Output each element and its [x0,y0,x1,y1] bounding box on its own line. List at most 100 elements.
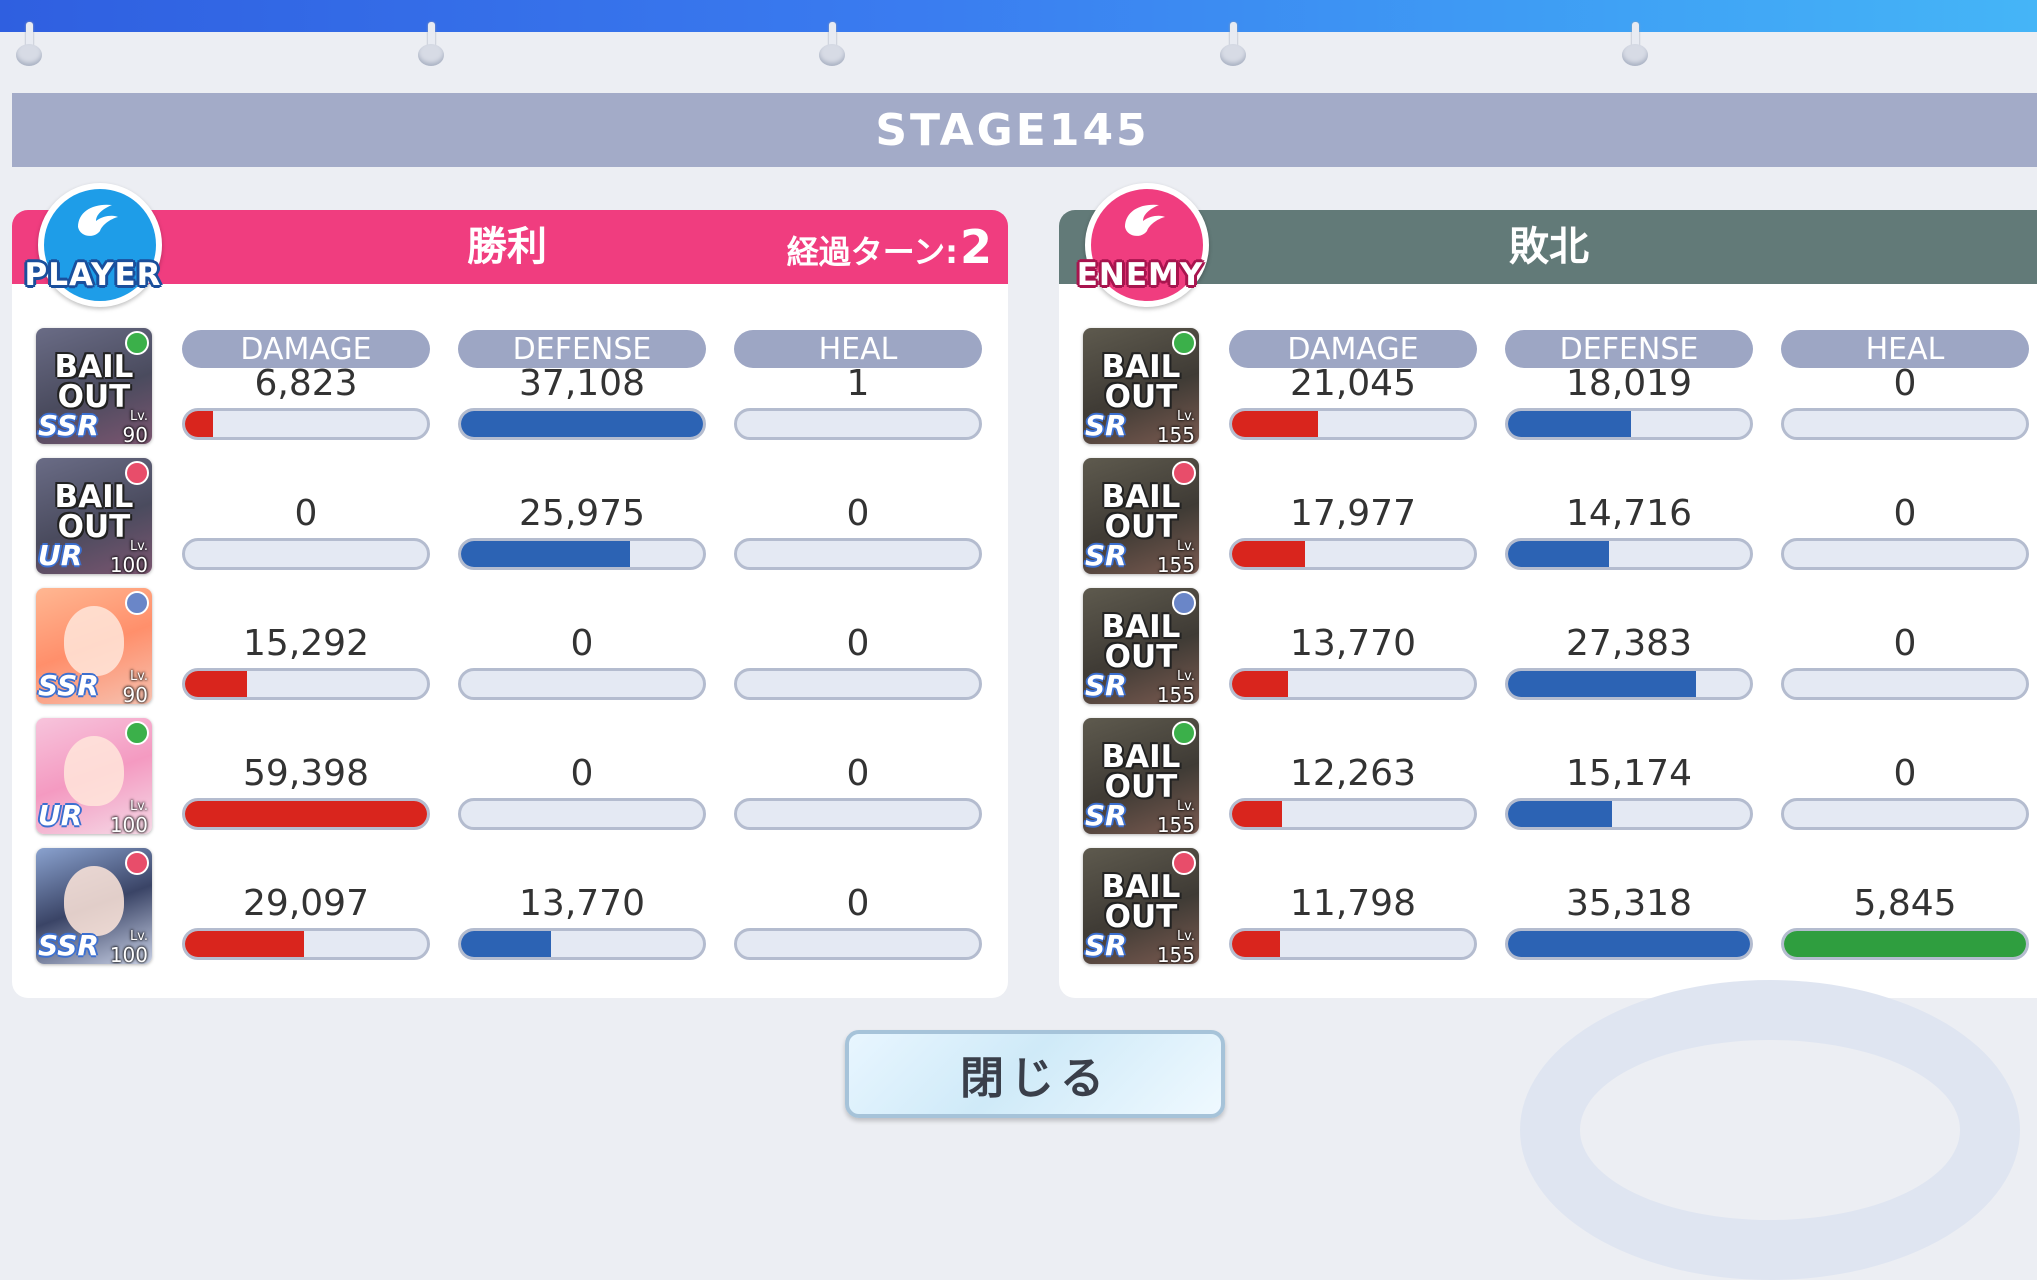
player-badge-label: PLAYER [24,257,162,293]
defense-stat: 15,174 [1505,718,1753,838]
player-unit-row: BAIL OUT UR Lv. 100 0 25,975 0 [12,458,1008,578]
attribute-icon [125,461,149,485]
level-indicator: Lv. 155 [1157,538,1195,574]
damage-bar [182,928,430,960]
attribute-icon [125,851,149,875]
rarity-badge: UR [38,799,83,832]
attribute-icon [125,331,149,355]
level-value: 155 [1156,943,1195,964]
heal-value: 0 [846,883,870,924]
rarity-badge: SSR [38,669,99,702]
defense-stat: 0 [458,718,706,838]
level-indicator: Lv. 90 [123,668,148,704]
enemy-unit-card[interactable]: BAIL OUT SR Lv. 155 [1083,718,1199,834]
level-value: 155 [1156,423,1195,444]
level-value: 100 [109,943,148,964]
defense-value: 27,383 [1566,623,1692,664]
character-portrait [64,866,124,936]
damage-stat: 17,977 [1229,458,1477,578]
level-indicator: Lv. 155 [1157,798,1195,834]
defense-bar [1505,928,1753,960]
player-badge: PLAYER [14,177,172,317]
heal-bar-fill [1784,931,2026,957]
level-value: 100 [109,813,148,834]
heal-bar [1781,668,2029,700]
bail-out-label: BAIL OUT [1101,739,1181,805]
close-button[interactable]: 閉じる [845,1030,1225,1118]
rarity-badge: SR [1085,799,1127,832]
enemy-unit-card[interactable]: BAIL OUT SR Lv. 155 [1083,458,1199,574]
heal-stat: 0 [1781,588,2029,708]
heal-bar [1781,798,2029,830]
enemy-unit-row: BAIL OUT SR Lv. 155 17,977 14,716 0 [1059,458,2037,578]
heal-stat: 0 [1781,718,2029,838]
heal-bar [734,928,982,960]
defense-bar-fill [1508,801,1613,827]
enemy-badge: ENEMY [1061,177,1219,317]
level-value: 100 [109,553,148,574]
heal-value: 0 [1893,623,1917,664]
turn-counter: 経過ターン:2 [787,210,992,284]
level-indicator: Lv. 100 [110,538,148,574]
damage-value: 0 [294,493,318,534]
damage-bar [1229,408,1477,440]
heal-bar [1781,538,2029,570]
heal-stat: 5,845 [1781,848,2029,968]
player-unit-row: BAIL OUT SSR Lv. 90 DAMAGE 6,823 DEFENSE 37,108… [12,328,1008,448]
bail-out-label: BAIL OUT [1101,869,1181,935]
player-unit-card[interactable]: SSR Lv. 100 [36,848,152,964]
level-value: 155 [1156,553,1195,574]
damage-bar-fill [1232,671,1289,697]
heal-bar [734,668,982,700]
enemy-unit-card[interactable]: BAIL OUT SR Lv. 155 [1083,848,1199,964]
level-value: 155 [1156,683,1195,704]
player-unit-card[interactable]: UR Lv. 100 [36,718,152,834]
heal-stat: HEAL 1 [734,328,982,448]
damage-stat: 12,263 [1229,718,1477,838]
damage-bar-fill [1232,541,1306,567]
enemy-unit-card[interactable]: BAIL OUT SR Lv. 155 [1083,588,1199,704]
player-unit-card[interactable]: BAIL OUT SSR Lv. 90 [36,328,152,444]
pin-decoration [817,22,847,68]
defense-bar [1505,668,1753,700]
pin-decoration [416,22,446,68]
heal-value: 0 [846,623,870,664]
damage-bar-fill [185,801,427,827]
enemy-unit-card[interactable]: BAIL OUT SR Lv. 155 [1083,328,1199,444]
pin-decoration [1218,22,1248,68]
background-decoration [1520,980,2020,1280]
character-portrait [64,606,124,676]
heal-value: 0 [1893,363,1917,404]
defense-stat: 0 [458,588,706,708]
defense-value: 0 [570,753,594,794]
defense-bar [1505,798,1753,830]
heal-stat: HEAL 0 [1781,328,2029,448]
defense-bar-fill [461,541,631,567]
level-indicator: Lv. 100 [110,798,148,834]
level-value: 155 [1156,813,1195,834]
attribute-icon [1172,851,1196,875]
heal-value: 0 [846,753,870,794]
defense-stat: DEFENSE 37,108 [458,328,706,448]
heal-stat: 0 [1781,458,2029,578]
defense-bar [458,928,706,960]
rarity-badge: SR [1085,669,1127,702]
damage-bar [1229,798,1477,830]
enemy-unit-row: BAIL OUT SR Lv. 155 11,798 35,318 5,845 [1059,848,2037,968]
defense-bar [458,538,706,570]
heal-value: 0 [846,493,870,534]
stage-title: STAGE145 [12,93,2037,167]
wing-icon [78,204,118,236]
bail-out-label: BAIL OUT [54,349,134,415]
pin-decoration [14,22,44,68]
player-unit-card[interactable]: BAIL OUT UR Lv. 100 [36,458,152,574]
level-value: 90 [122,423,148,444]
player-unit-row: SSR Lv. 100 29,097 13,770 0 [12,848,1008,968]
bail-out-label: BAIL OUT [54,479,134,545]
defense-stat: DEFENSE 18,019 [1505,328,1753,448]
defense-stat: 14,716 [1505,458,1753,578]
rarity-badge: SSR [38,929,99,962]
heal-value: 0 [1893,493,1917,534]
player-unit-card[interactable]: SSR Lv. 90 [36,588,152,704]
defense-bar-fill [461,931,551,957]
